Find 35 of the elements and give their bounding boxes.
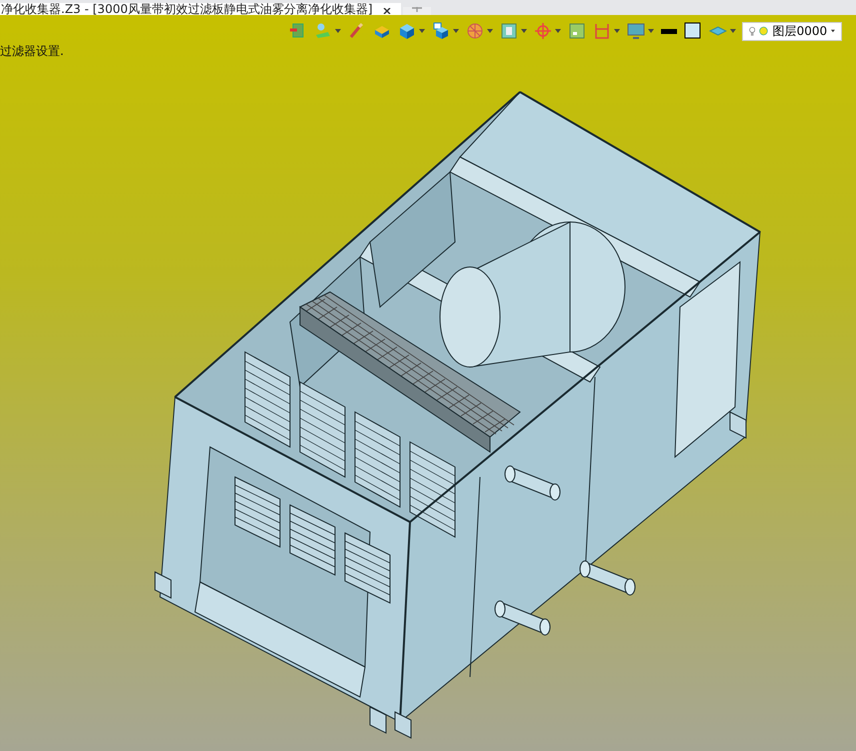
fill-color-tool-button[interactable] xyxy=(683,21,703,41)
caret-icon[interactable] xyxy=(453,29,459,33)
line-weight-tool-button[interactable] xyxy=(660,28,678,34)
line-weight-icon xyxy=(661,28,677,34)
sun-icon xyxy=(759,24,769,38)
monitor-tool-button[interactable] xyxy=(626,21,655,41)
caret-icon[interactable] xyxy=(487,29,493,33)
monitor-icon xyxy=(627,22,645,40)
caret-icon[interactable] xyxy=(555,29,561,33)
image-tool-button[interactable] xyxy=(567,21,587,41)
caret-icon[interactable] xyxy=(521,29,527,33)
brush-icon xyxy=(348,22,366,40)
target-tool-button[interactable] xyxy=(533,21,562,41)
command-prompt: 过滤器设置. xyxy=(0,43,64,60)
cube-view-icon xyxy=(432,22,450,40)
caret-icon[interactable] xyxy=(335,29,341,33)
frame-icon xyxy=(500,22,518,40)
target-icon xyxy=(534,22,552,40)
image-icon xyxy=(568,22,586,40)
caret-icon[interactable] xyxy=(419,29,425,33)
dimension-icon xyxy=(593,22,611,40)
cube-tool-button[interactable] xyxy=(397,21,426,41)
cube-icon xyxy=(398,22,416,40)
3d-viewport[interactable]: 过滤器设置. 图层0000 xyxy=(0,15,856,751)
fill-color-icon xyxy=(684,22,702,40)
document-tab[interactable]: 净化收集器.Z3 - [3000风量带初效过滤板静电式油雾分离净化收集器] xyxy=(0,3,401,15)
caret-icon[interactable] xyxy=(614,29,620,33)
layer-dropdown[interactable]: 图层0000 xyxy=(742,22,842,40)
cube-view-tool-button[interactable] xyxy=(431,21,460,41)
caret-icon[interactable] xyxy=(648,29,654,33)
plus-icon xyxy=(412,7,422,12)
frame-tool-button[interactable] xyxy=(499,21,528,41)
caret-icon xyxy=(831,29,835,33)
close-icon[interactable] xyxy=(382,8,393,14)
caret-icon[interactable] xyxy=(730,29,736,33)
